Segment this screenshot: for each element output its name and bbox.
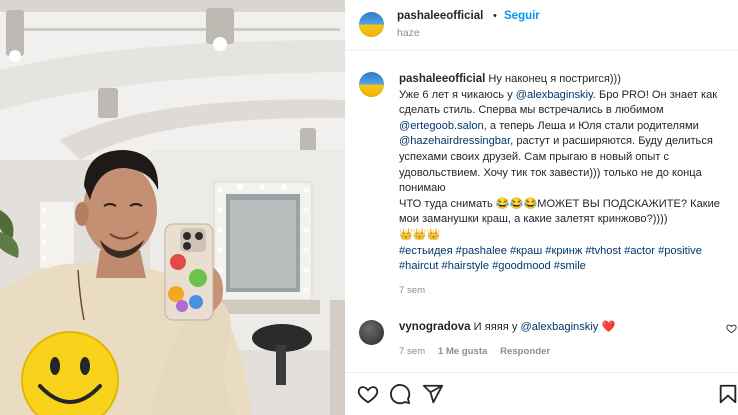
caption-line-4: , а теперь Леша и Юля стали родителями xyxy=(483,119,699,132)
post-caption: pashaleeofficial Ну наконец я постригся)… xyxy=(399,72,734,298)
photo-illustration xyxy=(0,0,345,415)
caption-line-1: Ну наконец я постригся))) xyxy=(488,73,621,85)
caption-line-2: Уже 6 лет я чикаюсь у xyxy=(399,88,516,101)
action-bar xyxy=(345,372,738,415)
comment-time[interactable]: 7 sem xyxy=(399,346,425,357)
paper-plane-icon[interactable] xyxy=(422,383,444,405)
post-header: pashaleeofficial • Seguir haze xyxy=(345,0,738,50)
mention-ertegoob-salon[interactable]: @ertegoob.salon xyxy=(399,120,484,132)
caption-hashtags[interactable]: #естьидея #pashalee #краш #кринж #tvhost… xyxy=(399,244,734,275)
comment-username[interactable]: vynogradova xyxy=(399,321,471,333)
header-divider xyxy=(345,50,738,51)
comment-text: И яяяя у xyxy=(473,321,521,333)
comment-icon[interactable] xyxy=(389,383,411,405)
author-avatar[interactable] xyxy=(359,12,384,37)
caption-username[interactable]: pashaleeofficial xyxy=(399,73,485,85)
comment-mention[interactable]: @alexbaginskiy xyxy=(520,321,598,333)
comment-reply-button[interactable]: Responder xyxy=(500,346,550,357)
post-photo[interactable] xyxy=(0,0,345,415)
caption-line-6: ЧТО туда снимать 😂😂😂МОЖЕТ ВЫ ПОДСКАЖИТЕ?… xyxy=(399,197,720,226)
post-sidebar: pashaleeofficial • Seguir haze pashaleeo… xyxy=(345,0,738,415)
comment-emoji: ❤️ xyxy=(601,321,616,333)
comment-meta: 7 sem 1 Me gusta Responder xyxy=(399,346,560,357)
post-location[interactable]: haze xyxy=(397,27,420,39)
author-username[interactable]: pashaleeofficial xyxy=(397,10,483,22)
follow-button[interactable]: Seguir xyxy=(504,10,540,22)
bookmark-icon[interactable] xyxy=(717,383,738,405)
mention-alexbaginskiy[interactable]: @alexbaginskiy xyxy=(516,89,593,101)
heart-icon[interactable] xyxy=(357,383,379,405)
commenter-avatar[interactable] xyxy=(359,320,384,345)
mention-hazehairdressingbar[interactable]: @hazehairdressingbar xyxy=(399,135,510,147)
caption-crowns: 👑👑👑 xyxy=(399,228,441,241)
comment-likes[interactable]: 1 Me gusta xyxy=(438,346,488,357)
comment-like-heart-icon[interactable] xyxy=(726,323,737,334)
header-separator: • xyxy=(493,10,497,22)
caption-time[interactable]: 7 sem xyxy=(399,283,734,299)
comment: vynogradova И яяяя у @alexbaginskiy ❤️ xyxy=(399,320,719,335)
caption-avatar[interactable] xyxy=(359,72,384,97)
